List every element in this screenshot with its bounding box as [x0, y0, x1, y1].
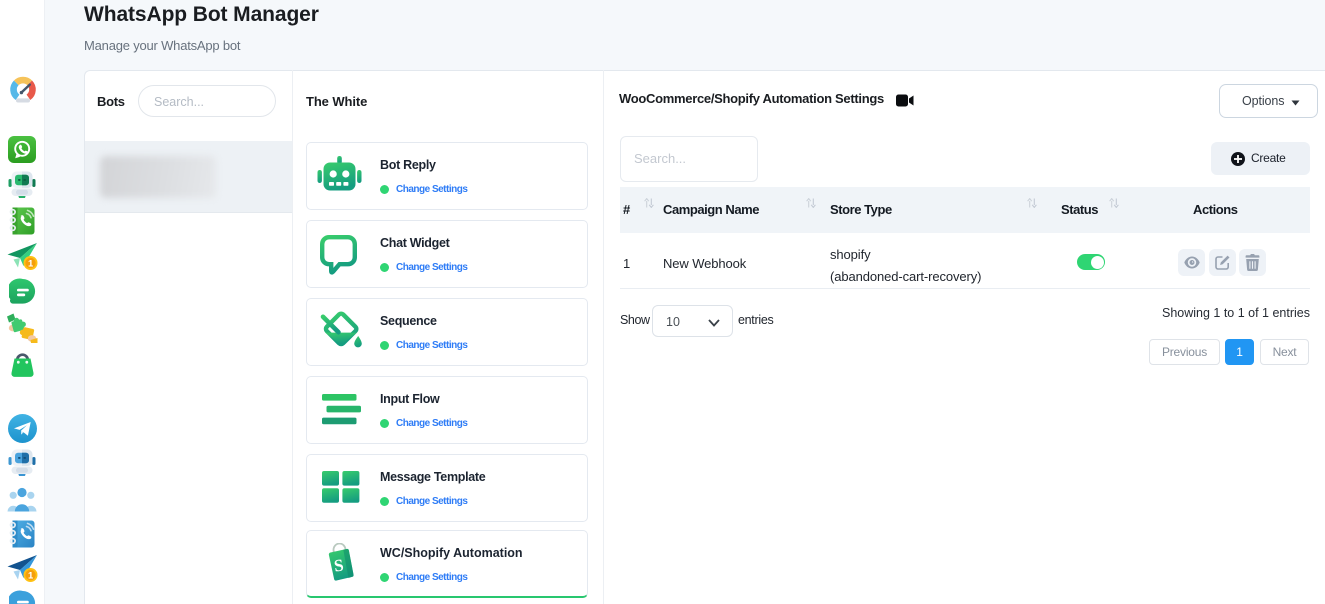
- svg-text:1: 1: [28, 571, 34, 582]
- svg-text:1: 1: [28, 259, 34, 270]
